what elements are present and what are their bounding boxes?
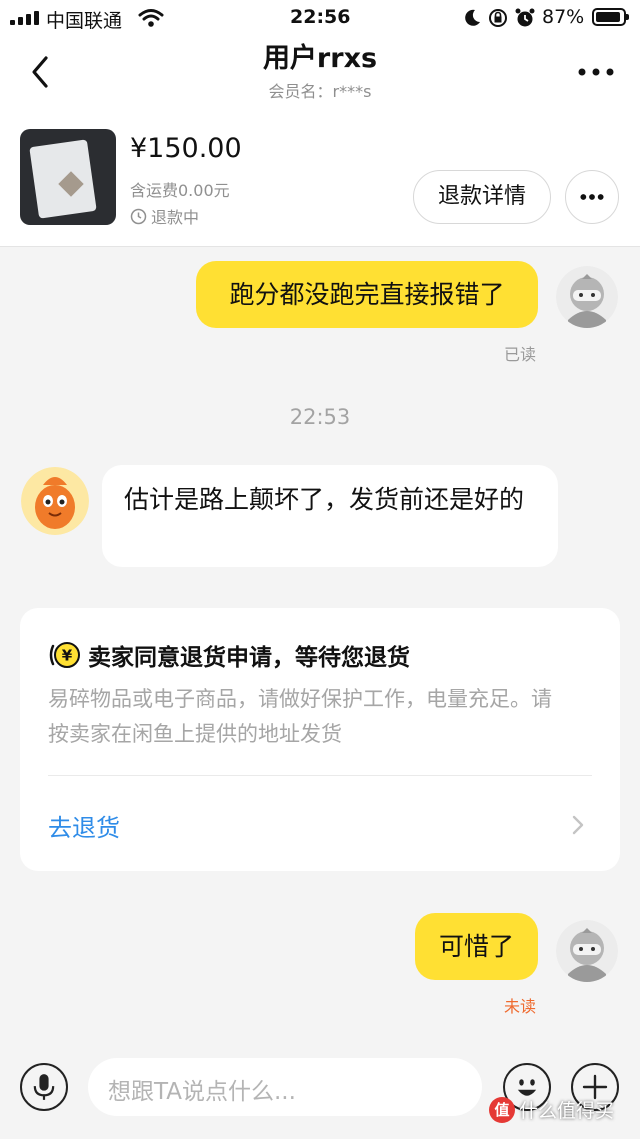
status-time: 22:56 <box>290 6 351 28</box>
product-more-button[interactable] <box>565 170 619 224</box>
watermark-badge: 值 <box>489 1096 515 1123</box>
battery-percent: 87% <box>542 6 585 28</box>
card-divider <box>48 775 592 776</box>
product-thumbnail[interactable] <box>20 129 116 225</box>
moon-icon <box>465 9 480 26</box>
member-name: 会员名：r***s <box>268 82 372 101</box>
svg-text:¥: ¥ <box>62 647 73 665</box>
message-bubble-sent[interactable]: 可惜了 <box>415 913 538 980</box>
yuan-coin-icon: ¥ <box>49 642 80 668</box>
refund-status: 退款中 <box>130 204 199 228</box>
unread-receipt: 未读 <box>504 997 537 1016</box>
alarm-icon <box>515 8 535 27</box>
rotation-lock-icon <box>489 9 507 27</box>
seller-avatar[interactable] <box>21 467 89 535</box>
page-title: 用户rrxs <box>262 43 378 74</box>
my-avatar[interactable] <box>556 920 618 982</box>
chat-timestamp: 22:53 <box>289 405 351 429</box>
watermark-text: 什么值得买 <box>519 1100 615 1122</box>
read-receipt: 已读 <box>504 345 537 364</box>
chevron-right-icon[interactable] <box>570 814 586 836</box>
product-price: ¥150.00 <box>130 133 242 164</box>
signal-icon <box>10 9 40 25</box>
message-bubble-received[interactable]: 估计是路上颠坏了，发货前还是好的 <box>102 465 558 567</box>
refund-details-button[interactable]: 退款详情 <box>413 170 551 224</box>
go-return-link[interactable]: 去退货 <box>48 808 120 843</box>
more-options-button[interactable] <box>572 54 620 90</box>
wifi-icon <box>138 9 164 27</box>
message-input-placeholder: 想跟TA说点什么... <box>108 1079 296 1105</box>
message-input[interactable]: 想跟TA说点什么... <box>88 1058 482 1116</box>
carrier-label: 中国联通 <box>46 10 123 32</box>
clock-icon <box>130 208 147 224</box>
shipping-fee: 含运费0.00元 <box>130 181 230 200</box>
message-bubble-sent[interactable]: 跑分都没跑完直接报错了 <box>196 261 538 328</box>
card-title: ¥ 卖家同意退货申请，等待您退货 <box>48 638 410 672</box>
card-description: 易碎物品或电子商品，请做好保护工作，电量充足。请按卖家在闲鱼上提供的地址发货 <box>48 687 552 746</box>
watermark: 值 什么值得买 <box>489 1096 614 1123</box>
microphone-icon[interactable] <box>20 1063 68 1111</box>
my-avatar[interactable] <box>556 266 618 328</box>
card-title-text: 卖家同意退货申请，等待您退货 <box>88 645 410 671</box>
refund-status-label: 退款中 <box>151 208 200 227</box>
battery-icon <box>592 8 629 26</box>
